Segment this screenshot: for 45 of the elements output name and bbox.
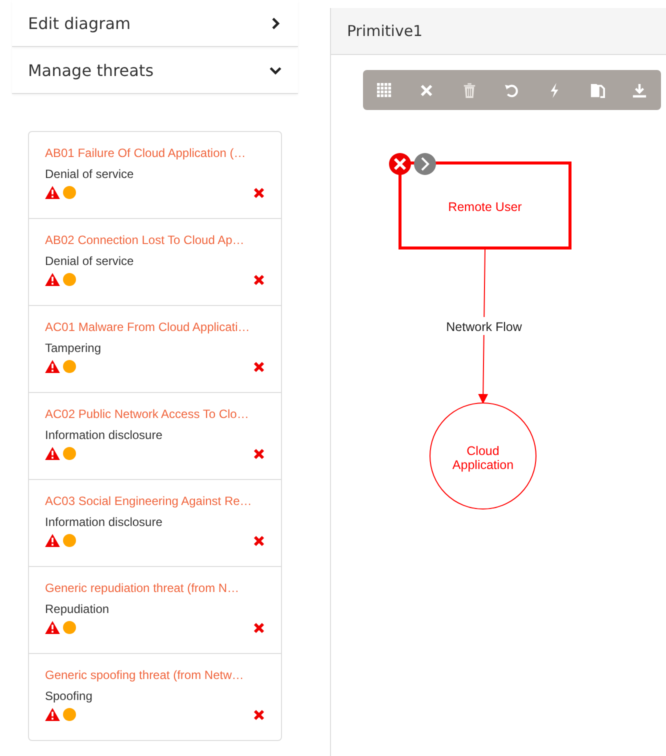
delete-icon[interactable] xyxy=(253,708,265,720)
node-label: Remote User xyxy=(448,200,522,214)
grid-icon[interactable] xyxy=(376,82,392,98)
diagram-title: Primitive1 xyxy=(347,22,423,40)
flow-label: Network Flow xyxy=(446,320,522,334)
threat-type: Repudiation xyxy=(45,602,110,616)
threat-item[interactable]: Generic repudiation threat (from N… Repudiation xyxy=(29,567,281,654)
warning-icon xyxy=(45,708,60,721)
delete-icon[interactable] xyxy=(253,622,265,634)
warning-icon xyxy=(45,273,60,286)
panel-title: Edit diagram xyxy=(28,14,131,32)
warning-icon xyxy=(45,621,60,634)
warning-icon xyxy=(45,447,60,460)
threat-type: Information disclosure xyxy=(45,515,164,529)
delete-icon[interactable] xyxy=(253,274,265,286)
threat-type: Denial of service xyxy=(45,254,135,268)
close-icon[interactable] xyxy=(419,82,434,98)
panel-title: Manage threats xyxy=(28,60,154,80)
download-icon[interactable] xyxy=(632,82,648,98)
panel-header[interactable]: Edit diagram xyxy=(12,0,298,47)
threat-type: Denial of service xyxy=(45,167,135,181)
warning-icon xyxy=(45,360,60,373)
warning-icon xyxy=(45,186,60,199)
threat-item[interactable]: AB01 Failure Of Cloud Application (… Denial of service xyxy=(29,132,281,219)
copy-icon[interactable] xyxy=(590,82,605,98)
delete-icon[interactable] xyxy=(253,186,265,198)
delete-icon[interactable] xyxy=(253,360,265,372)
warning-icon xyxy=(45,534,60,547)
delete-icon[interactable] xyxy=(253,534,265,546)
node-label: Cloud Application xyxy=(452,444,514,472)
remove-icon[interactable] xyxy=(389,153,411,175)
process-node[interactable] xyxy=(398,162,572,250)
threat-item[interactable]: AC01 Malware From Cloud Applicati… Tampering xyxy=(29,306,281,393)
threat-type: Tampering xyxy=(45,341,102,355)
panel-header[interactable]: Manage threats xyxy=(12,47,298,94)
threat-item[interactable]: AB02 Connection Lost To Cloud Ap… Denial of service xyxy=(29,219,281,306)
threat-type: Information disclosure xyxy=(45,428,164,442)
store-node[interactable] xyxy=(430,402,536,510)
threat-item[interactable]: Generic spoofing threat (from Netw… Spoofing xyxy=(29,654,281,740)
chevron-right-icon[interactable] xyxy=(414,153,436,175)
undo-icon[interactable] xyxy=(504,82,520,98)
threat-type: Spoofing xyxy=(45,689,94,703)
delete-icon[interactable] xyxy=(253,448,265,460)
threat-item[interactable]: AC02 Public Network Access To Clo… Information disclosure xyxy=(29,393,281,480)
threat-item[interactable]: AC03 Social Engineering Against Re… Information disclosure xyxy=(29,480,281,567)
